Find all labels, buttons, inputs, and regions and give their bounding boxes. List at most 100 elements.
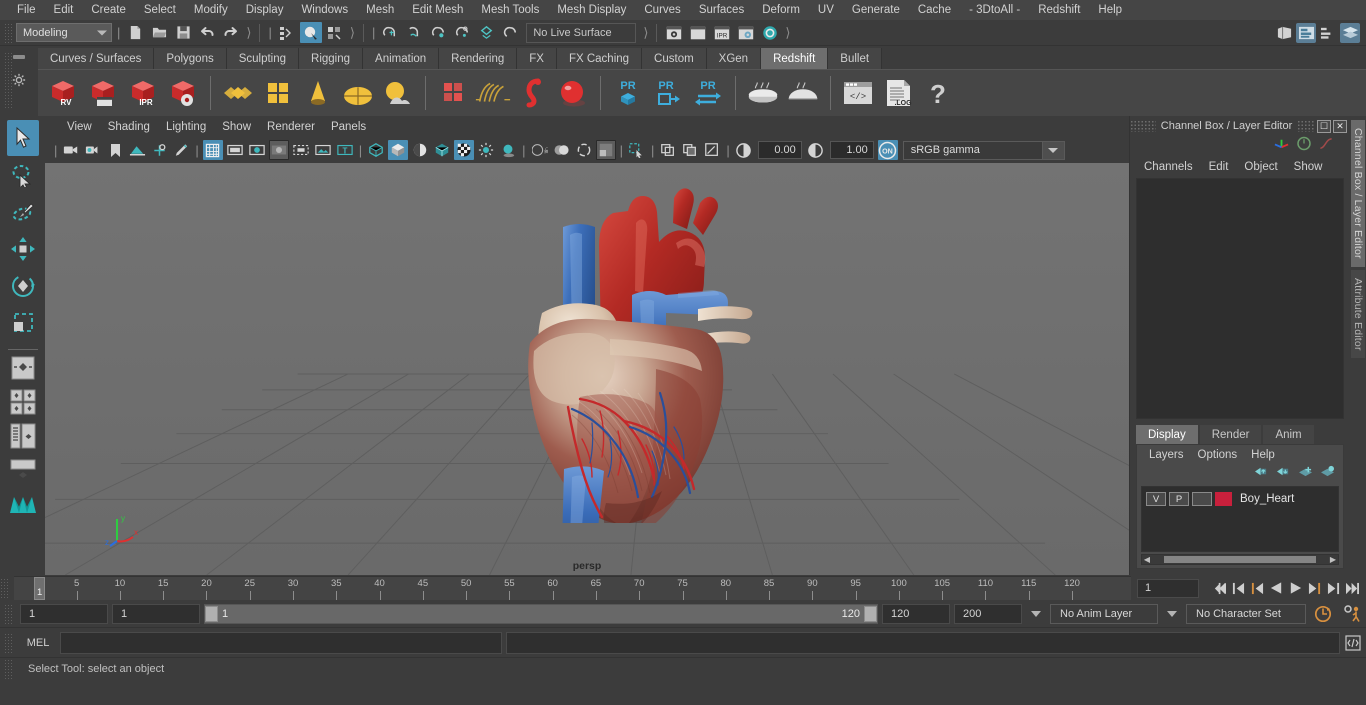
side-tab-channel-box-layer-editor[interactable]: Channel Box / Layer Editor	[1351, 120, 1365, 267]
layer-menu-options[interactable]: Options	[1191, 449, 1245, 461]
redshift-ipr-icon[interactable]: IPR	[124, 73, 162, 113]
flat-shading-icon[interactable]	[410, 140, 430, 160]
range-bar-right-handle[interactable]	[864, 606, 877, 622]
bookmark-icon[interactable]	[105, 140, 125, 160]
go-to-end-icon[interactable]	[1343, 578, 1361, 598]
current-frame-field[interactable]: 1	[1137, 578, 1199, 598]
anim-layer-field[interactable]: No Anim Layer	[1050, 604, 1158, 624]
render-settings-icon[interactable]	[735, 22, 757, 43]
pr-export-icon[interactable]: PR	[649, 73, 687, 113]
show-hide-channel-box-icon[interactable]	[1318, 23, 1338, 43]
viewport-menu-view[interactable]: View	[59, 121, 100, 133]
viewport-menu-shading[interactable]: Shading	[100, 121, 158, 133]
snap-to-view-plane-icon[interactable]	[475, 22, 497, 43]
collapse-divider-4[interactable]: ⟩	[350, 25, 355, 41]
range-bar[interactable]: 1 120	[204, 604, 878, 624]
pr-object-icon[interactable]: PR	[609, 73, 647, 113]
paint-select-tool[interactable]	[7, 194, 39, 230]
gate-mask-icon[interactable]	[268, 140, 289, 160]
collapse-divider-6[interactable]: ⟩	[643, 25, 648, 41]
help-line-grip[interactable]	[4, 658, 13, 679]
layer-name[interactable]: Boy_Heart	[1240, 493, 1294, 505]
select-by-hierarchy-icon[interactable]	[276, 22, 298, 43]
snap-to-grid-icon[interactable]	[379, 22, 401, 43]
xray-joints-icon[interactable]	[680, 140, 700, 160]
grid-toggle-icon[interactable]	[202, 140, 223, 160]
collapse-divider-1[interactable]: |	[117, 25, 120, 40]
open-scene-icon[interactable]	[148, 22, 170, 43]
range-bar-left-handle[interactable]	[205, 606, 218, 622]
redshift-render-sequence-icon[interactable]	[84, 73, 122, 113]
shadows-icon[interactable]	[498, 140, 518, 160]
lasso-select-tool[interactable]	[7, 157, 39, 193]
viewport-menu-lighting[interactable]: Lighting	[158, 121, 214, 133]
auto-key-icon[interactable]	[1312, 603, 1334, 625]
menu-item-redshift[interactable]: Redshift	[1029, 0, 1089, 20]
camera-attributes-icon[interactable]	[83, 140, 103, 160]
redshift-help-icon[interactable]: ?	[919, 73, 957, 113]
hypershade-icon[interactable]	[759, 22, 781, 43]
layer-tab-render[interactable]: Render	[1199, 425, 1262, 444]
single-perspective-layout-icon[interactable]	[10, 355, 36, 386]
select-by-object-icon[interactable]	[299, 22, 322, 43]
menu-item-3dtoall[interactable]: - 3DtoAll -	[960, 0, 1029, 20]
shelf-tab-rendering[interactable]: Rendering	[439, 48, 518, 69]
go-to-start-icon[interactable]	[1210, 578, 1228, 598]
menu-item-windows[interactable]: Windows	[292, 0, 357, 20]
show-hide-tool-settings-icon[interactable]	[1296, 22, 1316, 43]
layer-menu-help[interactable]: Help	[1244, 449, 1282, 461]
step-forward-frame-icon[interactable]	[1324, 578, 1342, 598]
redshift-bake-icon[interactable]	[744, 73, 782, 113]
redshift-dome-light-icon[interactable]	[219, 73, 257, 113]
playback-end-time-field[interactable]: 120	[882, 604, 950, 624]
undock-icon[interactable]: ☐	[1317, 119, 1331, 133]
current-time-indicator[interactable]: 1	[34, 577, 45, 600]
step-back-frame-icon[interactable]	[1229, 578, 1247, 598]
scroll-left-icon[interactable]: ◀	[1142, 555, 1152, 564]
use-all-lights-icon[interactable]	[476, 140, 496, 160]
gamma-field[interactable]: 1.00	[829, 141, 874, 159]
script-editor-icon[interactable]	[1342, 632, 1364, 654]
collapse-divider-5[interactable]: |	[372, 25, 375, 40]
xray-icon[interactable]	[658, 140, 678, 160]
time-slider-grip[interactable]	[0, 578, 9, 598]
redshift-hair-icon[interactable]	[474, 73, 512, 113]
layer-playback-toggle[interactable]: P	[1169, 492, 1189, 506]
redshift-ies-light-icon[interactable]	[299, 73, 337, 113]
shelf-tab-redshift[interactable]: Redshift	[761, 48, 829, 69]
redshift-render-settings-icon[interactable]	[164, 73, 202, 113]
animation-end-time-field[interactable]: 200	[954, 604, 1022, 624]
exposure-field[interactable]: 0.00	[757, 141, 802, 159]
anim-layer-dropdown-arrow[interactable]	[1026, 611, 1046, 617]
menu-item-modify[interactable]: Modify	[185, 0, 237, 20]
channel-box-menu-channels[interactable]: Channels	[1136, 161, 1201, 173]
redshift-proxy-icon[interactable]	[434, 73, 472, 113]
playback-start-time-field[interactable]: 1	[112, 604, 200, 624]
channel-box-menu-show[interactable]: Show	[1286, 161, 1331, 173]
scrollbar-thumb[interactable]	[1164, 556, 1316, 563]
snap-to-projected-center-icon[interactable]	[451, 22, 473, 43]
exposure-icon[interactable]	[734, 140, 754, 160]
viewport-3d-view[interactable]: y x z persp	[45, 163, 1129, 575]
menu-item-deform[interactable]: Deform	[753, 0, 809, 20]
menu-item-cache[interactable]: Cache	[909, 0, 960, 20]
shelf-tab-curves-surfaces[interactable]: Curves / Surfaces	[38, 48, 155, 69]
shelf-tab-custom[interactable]: Custom	[642, 48, 707, 69]
textured-icon[interactable]	[454, 140, 475, 160]
rotate-tool[interactable]	[7, 268, 39, 304]
channel-box-attribute-list[interactable]	[1136, 178, 1344, 419]
command-input-field[interactable]	[60, 631, 502, 654]
two-d-pan-zoom-icon[interactable]	[149, 140, 169, 160]
shelf-grip[interactable]	[4, 52, 13, 108]
menu-item-edit-mesh[interactable]: Edit Mesh	[403, 0, 472, 20]
character-set-field[interactable]: No Character Set	[1186, 604, 1306, 624]
new-scene-icon[interactable]	[124, 22, 146, 43]
menu-item-create[interactable]: Create	[82, 0, 135, 20]
snap-to-curve-icon[interactable]	[403, 22, 425, 43]
layer-tab-display[interactable]: Display	[1136, 425, 1198, 444]
menu-item-file[interactable]: File	[8, 0, 45, 20]
redshift-bake-all-icon[interactable]	[784, 73, 822, 113]
grease-pencil-icon[interactable]	[171, 140, 191, 160]
shelf-tab-fx[interactable]: FX	[517, 48, 557, 69]
layer-visibility-toggle[interactable]: V	[1146, 492, 1166, 506]
